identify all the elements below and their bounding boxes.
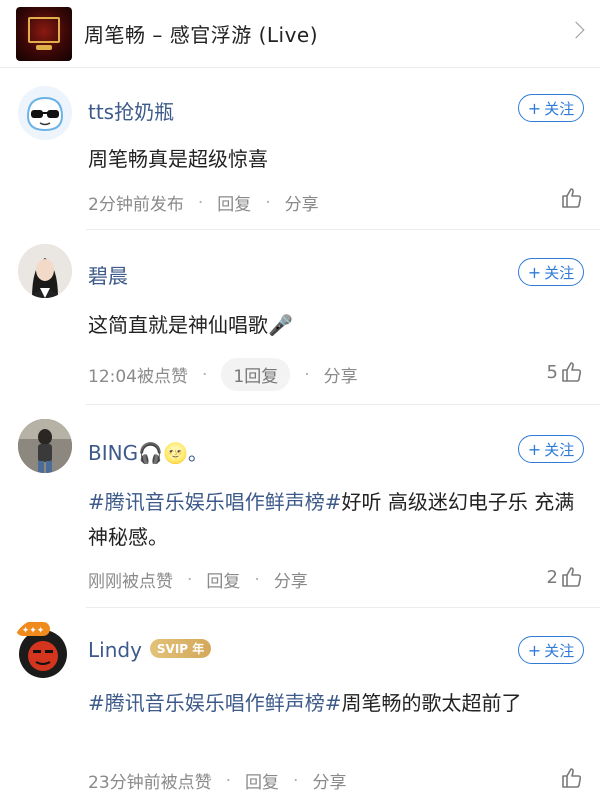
comment-time: 刚刚被点赞 xyxy=(88,572,173,592)
follow-label: 关注 xyxy=(544,99,575,118)
follow-button[interactable]: + 关注 xyxy=(518,258,584,286)
plus-icon: + xyxy=(527,640,542,660)
follow-button[interactable]: + 关注 xyxy=(518,636,584,664)
username[interactable]: tts抢奶瓶 xyxy=(88,96,174,125)
comment-meta: 2分钟前发布 · 回复 · 分享 xyxy=(88,190,319,216)
comment-text: 这简直就是神仙唱歌🎤 xyxy=(88,308,580,343)
username[interactable]: 碧晨 xyxy=(88,260,128,289)
song-title: 周笔畅 – 感官浮游 (Live) xyxy=(84,23,319,47)
plus-icon: + xyxy=(527,98,542,118)
comment-meta: 23分钟前被点赞 · 回复 · 分享 xyxy=(88,768,346,794)
like-button[interactable]: 2 xyxy=(547,565,584,589)
thumbs-up-icon xyxy=(562,768,582,788)
comment-body: 周笔畅的歌太超前了 xyxy=(341,691,522,715)
like-count: 2 xyxy=(546,566,558,588)
reply-button[interactable]: 回复 xyxy=(206,567,240,592)
follow-button[interactable]: + 关注 xyxy=(518,94,584,122)
comment-meta: 12:04被点赞 · 1回复 · 分享 xyxy=(88,358,358,391)
avatar[interactable] xyxy=(18,86,72,140)
comment-text: #腾讯音乐娱乐唱作鲜声榜#好听 高级迷幻电子乐 充满神秘感。 xyxy=(88,485,580,555)
plus-icon: + xyxy=(527,262,542,282)
share-button[interactable]: 分享 xyxy=(324,362,358,387)
comment-time: 23分钟前被点赞 xyxy=(88,773,212,793)
comment-time: 2分钟前发布 xyxy=(88,195,184,215)
follow-button[interactable]: + 关注 xyxy=(518,435,584,463)
comment-item: 碧晨 + 关注 这简直就是神仙唱歌🎤 12:04被点赞 · 1回复 · 分享 5 xyxy=(0,230,600,405)
like-button[interactable] xyxy=(558,766,584,790)
comment-item: ✦✦✦ Lindy SVIP 年 + 关注 #腾讯音乐娱乐唱作鲜声榜#周笔畅的歌太超… xyxy=(0,608,600,809)
reply-button[interactable]: 回复 xyxy=(245,768,279,793)
thumbs-up-icon xyxy=(562,567,582,587)
comment-text: 周笔畅真是超级惊喜 xyxy=(88,142,580,177)
plus-icon: + xyxy=(527,439,542,459)
topic-tag[interactable]: #腾讯音乐娱乐唱作鲜声榜# xyxy=(88,691,342,715)
username[interactable]: Lindy xyxy=(88,638,142,662)
comment-item: BING🎧🌝。 + 关注 #腾讯音乐娱乐唱作鲜声榜#好听 高级迷幻电子乐 充满神秘… xyxy=(0,405,600,608)
username[interactable]: BING🎧🌝。 xyxy=(88,437,208,466)
username-row: Lindy SVIP 年 xyxy=(88,638,212,662)
like-button[interactable]: 5 xyxy=(547,360,584,384)
svg-text:✦✦✦: ✦✦✦ xyxy=(22,625,45,635)
cover-art-frame xyxy=(28,17,60,43)
comment-text: #腾讯音乐娱乐唱作鲜声榜#周笔畅的歌太超前了 xyxy=(88,686,580,721)
reply-button[interactable]: 回复 xyxy=(217,190,251,215)
song-header[interactable]: 周笔畅 – 感官浮游 (Live) xyxy=(0,0,600,68)
cover-art-bar xyxy=(36,45,52,50)
comment-item: tts抢奶瓶 + 关注 周笔畅真是超级惊喜 2分钟前发布 · 回复 · 分享 xyxy=(0,68,600,230)
thumbs-up-icon xyxy=(562,362,582,382)
like-button[interactable] xyxy=(558,186,584,210)
comment-body: 周笔畅真是超级惊喜 xyxy=(88,147,268,171)
follow-label: 关注 xyxy=(544,641,575,660)
follow-label: 关注 xyxy=(544,440,575,459)
chevron-right-icon[interactable] xyxy=(567,21,585,39)
album-cover[interactable] xyxy=(16,7,72,61)
avatar[interactable]: ✦✦✦ xyxy=(12,618,74,680)
follow-label: 关注 xyxy=(544,263,575,282)
avatar[interactable] xyxy=(18,419,72,473)
topic-tag[interactable]: #腾讯音乐娱乐唱作鲜声榜# xyxy=(88,490,342,514)
thumbs-up-icon xyxy=(562,188,582,208)
avatar[interactable] xyxy=(18,244,72,298)
reply-button[interactable]: 1回复 xyxy=(221,358,291,391)
svip-badge: SVIP 年 xyxy=(149,639,212,658)
comment-meta: 刚刚被点赞 · 回复 · 分享 xyxy=(88,567,308,593)
share-button[interactable]: 分享 xyxy=(274,567,308,592)
comment-time: 12:04被点赞 xyxy=(88,367,188,387)
like-count: 5 xyxy=(546,361,558,383)
comment-body: 这简直就是神仙唱歌🎤 xyxy=(88,313,293,337)
share-button[interactable]: 分享 xyxy=(312,768,346,793)
share-button[interactable]: 分享 xyxy=(285,190,319,215)
